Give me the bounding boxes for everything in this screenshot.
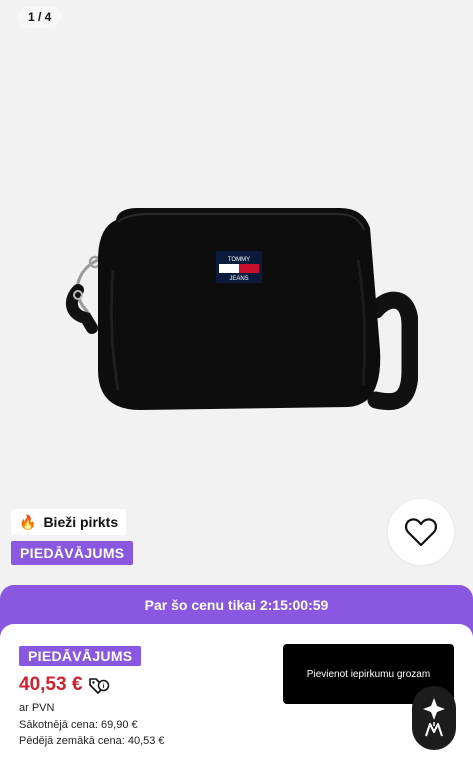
- original-price: Sākotnējā cena: 69,90 €: [19, 719, 138, 731]
- product-image[interactable]: TOMMY JEANS: [58, 200, 418, 425]
- brand-patch-bottom: JEANS: [229, 276, 248, 282]
- wishlist-button[interactable]: [388, 499, 454, 565]
- product-gallery[interactable]: 1 / 4 TOMMY JEANS 🔥 Bieži pirkts PIEDĀVĀ…: [0, 0, 473, 590]
- brand-patch-top: TOMMY: [228, 257, 250, 263]
- countdown-text: Par šo cenu tikai 2:15:00:59: [144, 597, 329, 613]
- purchase-panel: PIEDĀVĀJUMS 40,53 € i ar PVN Sākotnējā c…: [0, 624, 473, 768]
- offer-badge: PIEDĀVĀJUMS: [19, 646, 142, 666]
- assistant-button[interactable]: [412, 686, 456, 750]
- current-price: 40,53 €: [19, 674, 83, 695]
- image-counter: 1 / 4: [18, 6, 62, 28]
- price-tag-percent-icon[interactable]: i: [88, 676, 110, 694]
- fire-icon: 🔥: [19, 514, 37, 530]
- vat-note: ar PVN: [19, 702, 55, 714]
- tommy-jeans-patch: TOMMY JEANS: [216, 251, 262, 283]
- svg-text:i: i: [103, 683, 105, 690]
- bestseller-label: Bieži pirkts: [43, 514, 119, 530]
- offer-badge-top: PIEDĀVĀJUMS: [11, 541, 134, 565]
- lowest-price: Pēdējā zemākā cena: 40,53 €: [19, 735, 165, 747]
- assistant-logo-icon: [423, 698, 445, 737]
- bestseller-badge: 🔥 Bieži pirkts: [11, 509, 127, 535]
- heart-outline-icon: [404, 518, 438, 547]
- price-row: 40,53 € i: [19, 674, 110, 696]
